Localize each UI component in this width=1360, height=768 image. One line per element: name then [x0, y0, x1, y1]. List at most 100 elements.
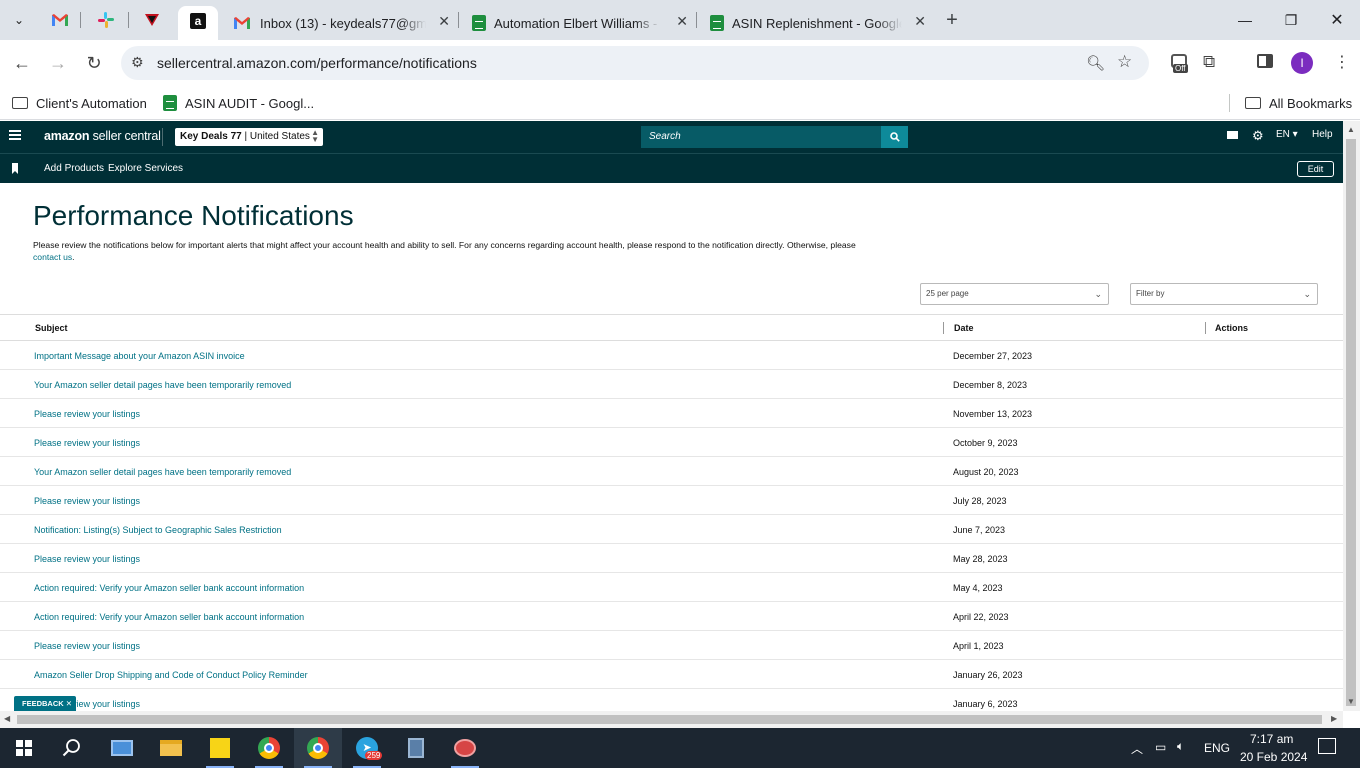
- sheets-icon: [472, 15, 486, 31]
- table-row: Your Amazon seller detail pages have bee…: [0, 370, 1343, 399]
- notifications-content: Performance Notifications Please review …: [0, 183, 1343, 711]
- close-tab-icon[interactable]: ✕: [914, 13, 926, 30]
- sheets-icon: [710, 15, 724, 31]
- notification-date: December 27, 2023: [953, 351, 1033, 361]
- column-date[interactable]: Date: [954, 323, 974, 333]
- notification-subject-link[interactable]: Important Message about your Amazon ASIN…: [34, 351, 245, 361]
- horizontal-scrollbar[interactable]: ◀ ▶: [0, 711, 1343, 728]
- notification-subject-link[interactable]: Please review your listings: [34, 409, 140, 419]
- folder-icon: [160, 740, 182, 756]
- taskbar-app-telegram[interactable]: ➤ 259: [343, 728, 391, 768]
- browser-menu-icon[interactable]: ⋮: [1334, 52, 1350, 72]
- tray-overflow-icon[interactable]: ︿: [1131, 740, 1143, 757]
- search-button[interactable]: [881, 126, 908, 148]
- account-switcher[interactable]: Key Deals 77 | United States ▲ ▼: [175, 128, 323, 146]
- settings-gear-icon[interactable]: ⚙: [1252, 128, 1264, 144]
- notification-subject-link[interactable]: Action required: Verify your Amazon sell…: [34, 583, 304, 593]
- new-tab-button[interactable]: +: [942, 9, 962, 31]
- tab-asin-replenishment[interactable]: ASIN Replenishment - Google Sheets ✕: [698, 6, 934, 40]
- notification-subject-link[interactable]: Your Amazon seller detail pages have bee…: [34, 467, 291, 477]
- bookmark-asin-audit[interactable]: ASIN AUDIT - Googl...: [163, 92, 314, 114]
- close-tab-icon[interactable]: ✕: [676, 13, 688, 30]
- close-icon[interactable]: ✕: [66, 699, 72, 708]
- volume-icon[interactable]: 🔈︎: [1177, 739, 1184, 754]
- table-row: Please review your listings April 1, 2023: [0, 631, 1343, 660]
- forward-button[interactable]: →: [45, 50, 71, 76]
- search-taskbar-button[interactable]: [48, 728, 96, 768]
- close-window-button[interactable]: ✕: [1314, 0, 1360, 40]
- tab-automation-sheet[interactable]: Automation Elbert Williams - Google Shee…: [460, 6, 696, 40]
- bookmark-clients-automation[interactable]: Client's Automation: [12, 92, 147, 114]
- tab-search-dropdown[interactable]: ⌄: [8, 9, 30, 31]
- scrollbar-thumb[interactable]: [17, 715, 1322, 724]
- search-input[interactable]: Search: [641, 126, 881, 148]
- slack-icon: [98, 12, 114, 28]
- bookmark-star-icon[interactable]: ☆: [1117, 52, 1132, 72]
- feedback-button[interactable]: FEEDBACK ✕: [14, 696, 76, 711]
- vertical-scrollbar[interactable]: ▲ ▼: [1343, 121, 1360, 711]
- explore-services-link[interactable]: Explore Services: [108, 163, 183, 174]
- chevron-down-icon: ⌄: [1303, 289, 1311, 299]
- seller-central-logo[interactable]: amazon seller central: [44, 129, 161, 143]
- notification-subject-link[interactable]: Please review your listings: [34, 496, 140, 506]
- bookmark-icon[interactable]: [12, 163, 18, 174]
- language-selector[interactable]: EN ▾: [1276, 129, 1298, 140]
- sheets-icon: [163, 95, 177, 111]
- notification-subject-link[interactable]: Please review your listings: [34, 641, 140, 651]
- sticky-note-icon: [210, 738, 230, 758]
- help-link[interactable]: Help: [1312, 129, 1333, 140]
- close-tab-icon[interactable]: ✕: [438, 13, 450, 30]
- side-panel-icon[interactable]: [1257, 54, 1273, 68]
- taskbar-app-file-explorer[interactable]: [147, 728, 195, 768]
- pinned-tab-vpn[interactable]: [135, 6, 169, 34]
- tab-amazon-seller-central[interactable]: a: [178, 6, 218, 40]
- taskbar-app-calculator[interactable]: [392, 728, 440, 768]
- per-page-select[interactable]: 25 per page ⌄: [920, 283, 1109, 305]
- snipping-tool-icon: [454, 739, 476, 757]
- column-subject[interactable]: Subject: [35, 323, 68, 333]
- table-row: Important Message about your Amazon ASIN…: [0, 341, 1343, 370]
- taskbar-app-chrome-profile[interactable]: [294, 728, 342, 768]
- taskbar-app-sticky-notes[interactable]: [196, 728, 244, 768]
- restore-button[interactable]: ❐: [1268, 0, 1314, 40]
- clock-time[interactable]: 7:17 am: [1250, 732, 1293, 746]
- extensions-puzzle-icon[interactable]: ⧉: [1203, 52, 1215, 72]
- taskbar-app-snipping[interactable]: [441, 728, 489, 768]
- extension-off-icon[interactable]: Off: [1169, 52, 1191, 74]
- bookmark-label: ASIN AUDIT - Googl...: [185, 95, 315, 111]
- site-info-icon[interactable]: ⚙: [131, 54, 144, 71]
- clock-date[interactable]: 20 Feb 2024: [1240, 750, 1307, 764]
- reload-button[interactable]: ↻: [81, 50, 107, 76]
- notification-subject-link[interactable]: Amazon Seller Drop Shipping and Code of …: [34, 670, 308, 680]
- tab-label: Inbox (13) - keydeals77@gmail.com: [260, 15, 426, 31]
- network-icon[interactable]: ▭: [1155, 740, 1166, 754]
- edit-button[interactable]: Edit: [1297, 161, 1334, 177]
- tab-gmail-inbox[interactable]: Inbox (13) - keydeals77@gmail.com ✕: [222, 6, 458, 40]
- add-products-link[interactable]: Add Products: [44, 163, 104, 174]
- notification-subject-link[interactable]: Your Amazon seller detail pages have bee…: [34, 380, 291, 390]
- notification-subject-link[interactable]: Please review your listings: [34, 554, 140, 564]
- table-row: Notification: Listing(s) Subject to Geog…: [0, 515, 1343, 544]
- taskbar-app-chrome[interactable]: [245, 728, 293, 768]
- profile-avatar[interactable]: I: [1291, 52, 1313, 74]
- start-button[interactable]: [0, 728, 48, 768]
- input-language[interactable]: ENG: [1204, 741, 1230, 755]
- notification-subject-link[interactable]: Please review your listings: [34, 438, 140, 448]
- address-bar[interactable]: ⚙ sellercentral.amazon.com/performance/n…: [121, 46, 1149, 80]
- filter-select[interactable]: Filter by ⌄: [1130, 283, 1318, 305]
- table-row: Please review your listings May 28, 2023: [0, 544, 1343, 573]
- zoom-icon[interactable]: 🔍︎: [1086, 54, 1105, 72]
- notification-subject-link[interactable]: Notification: Listing(s) Subject to Geog…: [34, 525, 282, 535]
- hamburger-menu-icon[interactable]: [9, 130, 21, 140]
- all-bookmarks[interactable]: All Bookmarks: [1245, 92, 1352, 114]
- mail-icon[interactable]: [1227, 131, 1238, 139]
- notification-subject-link[interactable]: Action required: Verify your Amazon sell…: [34, 612, 304, 622]
- notifications-icon[interactable]: [1318, 738, 1336, 754]
- scrollbar-thumb[interactable]: [1346, 139, 1356, 706]
- pinned-tab-slack[interactable]: [89, 6, 123, 34]
- contact-us-link[interactable]: contact us: [33, 252, 72, 262]
- pinned-tab-gmail[interactable]: [43, 6, 77, 34]
- minimize-button[interactable]: —: [1222, 0, 1268, 40]
- taskbar-app-desktop[interactable]: [98, 728, 146, 768]
- back-button[interactable]: ←: [9, 50, 35, 76]
